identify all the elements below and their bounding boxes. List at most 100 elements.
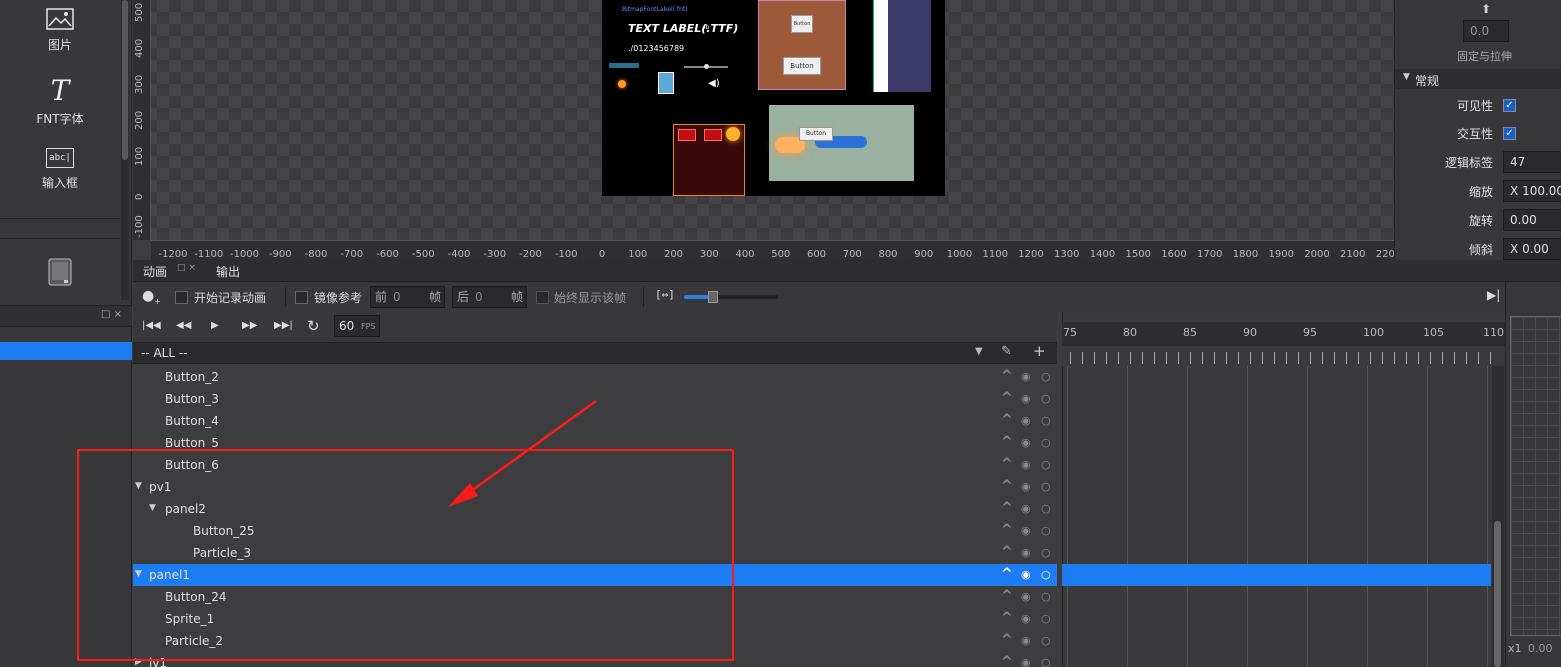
timeline-selected-track[interactable] (1062, 564, 1491, 586)
tab-animation[interactable]: 动画 (143, 263, 167, 280)
next-frames-input[interactable]: 后 0 帧 (452, 286, 527, 308)
interactive-checkbox[interactable]: ✓ (1503, 127, 1516, 140)
loop-icon[interactable]: ↻ (307, 317, 320, 335)
lock-icon[interactable]: ^ (1001, 500, 1013, 516)
lock-icon[interactable]: ^ (1001, 544, 1013, 560)
zoom-slider-thumb[interactable] (708, 291, 718, 303)
frame-tick (1262, 352, 1263, 364)
add-icon[interactable]: + (1033, 342, 1046, 360)
eye-icon[interactable]: ◉ (1021, 458, 1031, 471)
lock-icon[interactable]: ^ (1001, 478, 1013, 494)
game-stage[interactable]: BitmapFontLabel(.fnt) TEXT LABEL(.TTF) l… (602, 0, 945, 196)
lock-icon[interactable]: ^ (1001, 632, 1013, 648)
add-keyframe-icon[interactable]: ●+ (142, 288, 161, 306)
anchor-value[interactable]: 0.0 (1463, 20, 1509, 42)
eye-icon[interactable]: ◉ (1021, 392, 1031, 405)
record-checkbox[interactable] (175, 291, 188, 304)
scroll-thumb[interactable] (122, 0, 128, 160)
next-frame-icon[interactable]: ▶▶ (242, 320, 257, 331)
row-controls: ^ ◉ ○ (999, 522, 1055, 538)
stage-button-small[interactable]: Button (791, 15, 813, 33)
tab-output[interactable]: 输出 (216, 263, 240, 280)
lock-icon[interactable]: ^ (1001, 610, 1013, 626)
animation-toolbar: ●+ 开始记录动画 镜像参考 前 0 帧 后 0 帧 始终显示该帧 [↔] ▶| (133, 282, 1505, 312)
tree-row[interactable]: Button_2 ^ ◉ ○ (133, 366, 1057, 388)
eye-icon[interactable]: ◉ (1021, 590, 1031, 603)
left-selected-item[interactable] (0, 342, 132, 360)
lock-icon[interactable]: ^ (1001, 654, 1013, 667)
rotate-input[interactable]: 0.00 (1503, 209, 1561, 231)
lock-icon[interactable]: ^ (1001, 390, 1013, 406)
eye-icon[interactable]: ◉ (1021, 612, 1031, 625)
record-circle-icon[interactable]: ○ (1041, 392, 1051, 405)
record-circle-icon[interactable]: ○ (1041, 612, 1051, 625)
prev-frames-input[interactable]: 前 0 帧 (370, 286, 445, 308)
tool-fnt-font[interactable]: T FNT字体 (0, 77, 120, 127)
section-general[interactable]: ▼ 常规 (1395, 69, 1561, 89)
lock-icon[interactable]: ^ (1001, 368, 1013, 384)
first-frame-icon[interactable]: |◀◀ (142, 320, 161, 331)
lock-icon[interactable]: ^ (1001, 456, 1013, 472)
fit-width-icon[interactable]: [↔] (655, 288, 675, 301)
interactive-label: 交互性 (1456, 127, 1493, 141)
timeline-scrollbar[interactable] (1492, 366, 1504, 667)
scale-input[interactable]: X 100.00 (1503, 180, 1561, 202)
record-circle-icon[interactable]: ○ (1041, 480, 1051, 493)
last-frame-icon[interactable]: ▶▶| (274, 320, 293, 331)
tag-input[interactable]: 47 (1503, 151, 1561, 173)
lock-icon[interactable]: ^ (1001, 566, 1013, 582)
layer-filter-dropdown[interactable]: -- ALL -- ▼ ✎ + (133, 342, 1057, 364)
record-circle-icon[interactable]: ○ (1041, 568, 1051, 581)
always-show-checkbox[interactable] (536, 291, 549, 304)
panel-close-icon[interactable]: □ × (101, 309, 122, 320)
eye-icon[interactable]: ◉ (1021, 370, 1031, 383)
eye-icon[interactable]: ◉ (1021, 634, 1031, 647)
mirror-checkbox[interactable] (295, 291, 308, 304)
record-circle-icon[interactable]: ○ (1041, 458, 1051, 471)
record-circle-icon[interactable]: ○ (1041, 524, 1051, 537)
ruler-tick: 2000 (1304, 249, 1330, 260)
eye-icon[interactable]: ◉ (1021, 524, 1031, 537)
lock-icon[interactable]: ^ (1001, 588, 1013, 604)
lock-icon[interactable]: ^ (1001, 412, 1013, 428)
eye-icon[interactable]: ◉ (1021, 480, 1031, 493)
lock-icon[interactable]: ^ (1001, 434, 1013, 450)
chevron-down-icon[interactable]: ▼ (975, 346, 983, 357)
ruler-tick: 0 (598, 249, 606, 260)
stage-button-green[interactable]: Button (799, 127, 833, 141)
record-circle-icon[interactable]: ○ (1041, 546, 1051, 559)
tool-container[interactable] (0, 258, 120, 292)
tab-close-icon[interactable]: □ × (177, 263, 196, 273)
slider-thumb[interactable] (704, 64, 709, 69)
pencil-icon[interactable]: ✎ (1001, 344, 1012, 359)
play-end-icon[interactable]: ▶| (1487, 288, 1500, 302)
scroll-thumb[interactable] (1494, 521, 1501, 667)
lock-icon[interactable]: ^ (1001, 522, 1013, 538)
row-controls: ^ ◉ ○ (999, 434, 1055, 450)
record-circle-icon[interactable]: ○ (1041, 436, 1051, 449)
prev-frame-icon[interactable]: ◀◀ (176, 320, 191, 331)
visible-checkbox[interactable]: ✓ (1503, 99, 1516, 112)
play-icon[interactable]: ▶ (211, 320, 219, 331)
eye-icon[interactable]: ◉ (1021, 546, 1031, 559)
eye-icon[interactable]: ◉ (1021, 414, 1031, 427)
fps-input[interactable]: 60 FPS (334, 315, 380, 337)
eye-icon[interactable]: ◉ (1021, 436, 1031, 449)
left-panel-scrollbar[interactable] (121, 0, 129, 300)
eye-icon[interactable]: ◉ (1021, 568, 1031, 581)
record-circle-icon[interactable]: ○ (1041, 502, 1051, 515)
record-circle-icon[interactable]: ○ (1041, 656, 1051, 667)
record-circle-icon[interactable]: ○ (1041, 414, 1051, 427)
tool-image[interactable]: 图片 (0, 8, 120, 53)
tool-input-box[interactable]: abc| 输入框 (0, 148, 120, 191)
skew-input[interactable]: X 0.00 (1503, 238, 1561, 260)
horizontal-ruler: -1200 -1100 -1000 -900 -800 -700 -600 -500 -400-… (151, 240, 1394, 260)
stage-button[interactable]: Button (783, 57, 821, 75)
curve-grid[interactable] (1510, 316, 1561, 636)
eye-icon[interactable]: ◉ (1021, 656, 1031, 667)
zoom-slider[interactable] (684, 291, 778, 303)
record-circle-icon[interactable]: ○ (1041, 634, 1051, 647)
record-circle-icon[interactable]: ○ (1041, 590, 1051, 603)
record-circle-icon[interactable]: ○ (1041, 370, 1051, 383)
eye-icon[interactable]: ◉ (1021, 502, 1031, 515)
